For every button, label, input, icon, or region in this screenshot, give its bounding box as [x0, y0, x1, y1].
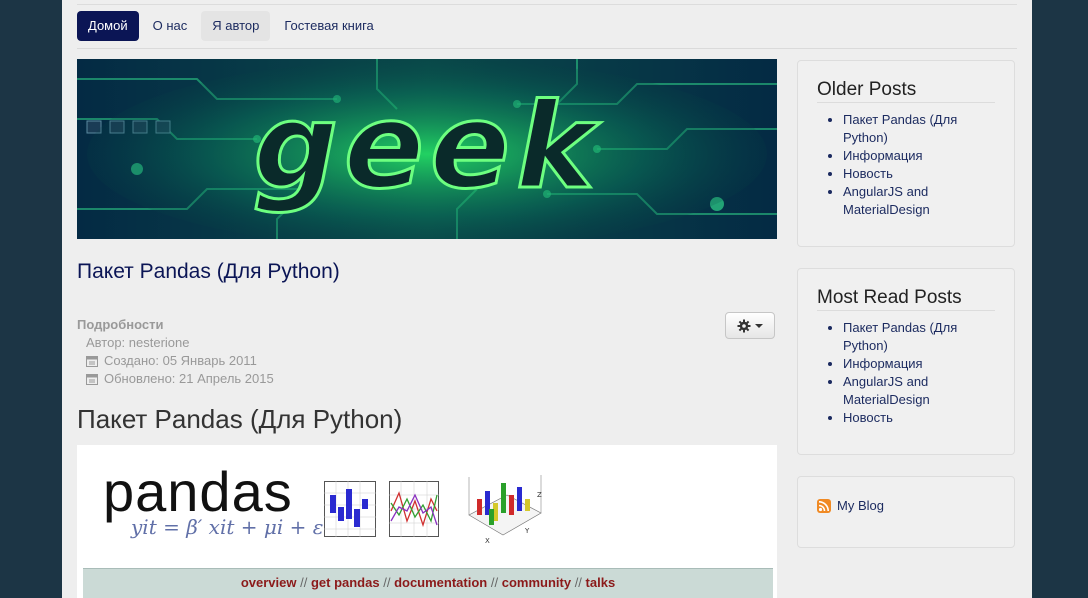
rss-icon [817, 498, 831, 513]
svg-text:Y: Y [524, 527, 530, 535]
my-blog-label: My Blog [837, 498, 884, 513]
calendar-icon [86, 356, 98, 367]
updated-date: Обновлено: 21 Апрель 2015 [104, 371, 274, 386]
older-post-link[interactable]: AngularJS and MaterialDesign [843, 183, 993, 219]
pandas-logo-image: pandas yit = β′ xit + μi + εit Z X Y ove… [77, 445, 777, 598]
geek-banner-image: geek [77, 59, 777, 239]
created-date: Создано: 05 Январь 2011 [104, 353, 257, 368]
older-post-link[interactable]: Информация [843, 147, 993, 165]
page-container: Домой О нас Я автор Гостевая книга geek … [62, 0, 1032, 598]
link-documentation[interactable]: documentation [394, 575, 487, 590]
my-blog-link[interactable]: My Blog [817, 498, 884, 513]
most-read-link[interactable]: Новость [843, 409, 993, 427]
nav-item-home[interactable]: Домой [77, 11, 139, 41]
article-title[interactable]: Пакет Pandas (Для Python) [77, 260, 340, 284]
updated-row: Обновлено: 21 Апрель 2015 [77, 370, 274, 388]
most-read-link[interactable]: Пакет Pandas (Для Python) [843, 319, 993, 355]
article-tools-button[interactable] [725, 312, 775, 339]
most-read-title: Most Read Posts [817, 287, 995, 311]
link-separator: // [383, 575, 391, 590]
nav-item-guestbook[interactable]: Гостевая книга [273, 11, 384, 41]
link-separator: // [574, 575, 582, 590]
older-post-link[interactable]: Новость [843, 165, 993, 183]
created-row: Создано: 05 Январь 2011 [77, 352, 274, 370]
author-text: Автор: nesterione [86, 335, 190, 350]
svg-text:geek: geek [253, 77, 601, 215]
most-read-widget: Most Read Posts Пакет Pandas (Для Python… [797, 268, 1015, 455]
most-read-link[interactable]: AngularJS and MaterialDesign [843, 373, 993, 409]
older-posts-title: Older Posts [817, 79, 995, 103]
older-post-link[interactable]: Пакет Pandas (Для Python) [843, 111, 993, 147]
details-label: Подробности [77, 317, 164, 332]
nav-item-author[interactable]: Я автор [201, 11, 271, 41]
link-community[interactable]: community [502, 575, 571, 590]
link-separator: // [490, 575, 499, 590]
gear-icon [737, 319, 751, 332]
nav-item-about[interactable]: О нас [142, 11, 199, 41]
main-nav: Домой О нас Я автор Гостевая книга [77, 11, 385, 41]
most-read-list: Пакет Pandas (Для Python) Информация Ang… [817, 319, 993, 427]
link-separator: // [300, 575, 308, 590]
article-heading: Пакет Pandas (Для Python) [77, 404, 403, 434]
author-row: Автор: nesterione [77, 334, 274, 352]
blog-widget: My Blog [797, 476, 1015, 548]
bar-plot-thumbnail [324, 481, 376, 537]
calendar-icon [86, 374, 98, 385]
pandas-formula: yit = β′ xit + μi + εit [131, 515, 338, 539]
link-overview[interactable]: overview [241, 575, 297, 590]
most-read-link[interactable]: Информация [843, 355, 993, 373]
pandas-links-bar: overview // get pandas // documentation … [83, 568, 773, 598]
article-details: Подробности Автор: nesterione Создано: 0… [77, 316, 274, 388]
3d-bar-plot-thumbnail: Z X Y [468, 475, 542, 545]
older-posts-list: Пакет Pandas (Для Python) Информация Нов… [817, 111, 993, 219]
link-get-pandas[interactable]: get pandas [311, 575, 380, 590]
caret-down-icon [755, 323, 763, 328]
header-banner: geek [77, 59, 777, 239]
older-posts-widget: Older Posts Пакет Pandas (Для Python) Ин… [797, 60, 1015, 247]
top-divider [77, 4, 1017, 5]
nav-divider [77, 48, 1017, 49]
line-plot-thumbnail [389, 481, 439, 537]
svg-text:Z: Z [537, 491, 542, 499]
link-talks[interactable]: talks [586, 575, 616, 590]
svg-text:X: X [485, 537, 490, 545]
